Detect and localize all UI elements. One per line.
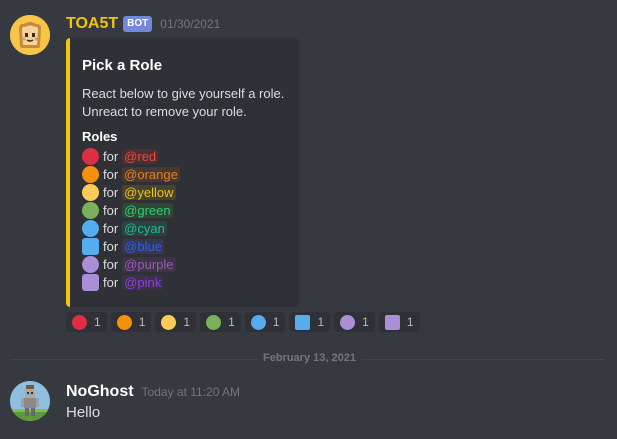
- reaction-purple-circle[interactable]: 1: [334, 312, 375, 332]
- yellow-circle-icon: [161, 314, 177, 330]
- message-content: Hello: [66, 404, 101, 421]
- reaction-count: 1: [362, 315, 369, 329]
- blue-circle-icon: [82, 219, 99, 237]
- role-for-text: for: [103, 238, 119, 254]
- reaction-count: 1: [228, 315, 235, 329]
- purple-circle-icon: [340, 314, 356, 330]
- red-circle-icon: [82, 147, 99, 165]
- username[interactable]: TOA5T: [66, 15, 118, 33]
- reaction-green-circle[interactable]: 1: [200, 312, 241, 332]
- role-row: for @green: [82, 201, 180, 219]
- reaction-count: 1: [272, 315, 280, 329]
- purple-circle-icon: [82, 255, 99, 273]
- embed-description-line: React below to give yourself a role.: [82, 86, 285, 101]
- reaction-yellow-circle[interactable]: 1: [155, 312, 197, 332]
- role-for-text: for: [103, 256, 119, 272]
- message-header: TOA5T BOT 01/30/2021: [66, 13, 220, 35]
- message-header: NoGhost Today at 11:20 AM: [66, 381, 240, 403]
- avatar-toast[interactable]: [10, 15, 50, 55]
- reaction-blue-circle[interactable]: 1: [244, 312, 286, 332]
- role-row: for @yellow: [82, 183, 180, 201]
- role-row: for @orange: [82, 165, 180, 183]
- username[interactable]: NoGhost: [66, 383, 134, 401]
- role-mention[interactable]: @green: [122, 202, 173, 218]
- orange-circle-icon: [116, 314, 132, 330]
- reaction-count: 1: [406, 315, 414, 329]
- role-list: for @red for @orange for @yellow for @gr…: [82, 147, 180, 291]
- role-for-text: for: [103, 202, 119, 218]
- role-mention[interactable]: @yellow: [122, 184, 176, 200]
- reaction-red-circle[interactable]: 1: [66, 312, 107, 332]
- purple-square-icon: [82, 273, 99, 291]
- role-row: for @blue: [82, 237, 180, 255]
- role-for-text: for: [103, 220, 119, 236]
- role-for-text: for: [103, 274, 119, 290]
- role-mention[interactable]: @red: [122, 148, 159, 164]
- role-mention[interactable]: @orange: [122, 166, 180, 182]
- embed-field-name: Roles: [82, 129, 118, 144]
- bot-tag: BOT: [123, 16, 153, 32]
- role-row: for @pink: [82, 273, 180, 291]
- role-mention[interactable]: @purple: [122, 256, 176, 272]
- role-for-text: for: [103, 166, 119, 182]
- embed-description: React below to give yourself a role. Unr…: [82, 85, 297, 121]
- yellow-circle-icon: [82, 183, 99, 201]
- green-circle-icon: [82, 201, 99, 219]
- orange-circle-icon: [82, 165, 99, 183]
- blue-square-icon: [295, 314, 311, 330]
- reaction-bar: 1 1 1 1 1 1 1 1: [66, 312, 424, 332]
- date-divider-label: February 13, 2021: [258, 352, 361, 364]
- timestamp: 01/30/2021: [160, 17, 221, 31]
- role-embed: Pick a Role React below to give yourself…: [66, 38, 299, 307]
- red-circle-icon: [72, 314, 87, 330]
- reaction-count: 1: [183, 315, 191, 329]
- embed-description-line: Unreact to remove your role.: [82, 104, 247, 119]
- timestamp: Today at 11:20 AM: [141, 385, 241, 399]
- avatar-noghost[interactable]: [10, 381, 50, 421]
- role-row: for @cyan: [82, 219, 180, 237]
- reaction-count: 1: [138, 315, 146, 329]
- blue-square-icon: [82, 237, 99, 255]
- embed-title: Pick a Role: [82, 57, 163, 74]
- reaction-blue-square[interactable]: 1: [289, 312, 331, 332]
- reaction-count: 1: [317, 315, 325, 329]
- reaction-orange-circle[interactable]: 1: [110, 312, 152, 332]
- blue-circle-icon: [250, 314, 266, 330]
- role-mention[interactable]: @cyan: [122, 220, 167, 236]
- green-circle-icon: [206, 314, 222, 330]
- reaction-purple-square[interactable]: 1: [378, 312, 420, 332]
- role-for-text: for: [103, 184, 119, 200]
- role-row: for @purple: [82, 255, 180, 273]
- reaction-count: 1: [94, 315, 101, 329]
- purple-square-icon: [384, 314, 400, 330]
- role-for-text: for: [103, 148, 119, 164]
- role-mention[interactable]: @blue: [122, 238, 164, 254]
- role-mention[interactable]: @pink: [122, 274, 164, 290]
- role-row: for @red: [82, 147, 180, 165]
